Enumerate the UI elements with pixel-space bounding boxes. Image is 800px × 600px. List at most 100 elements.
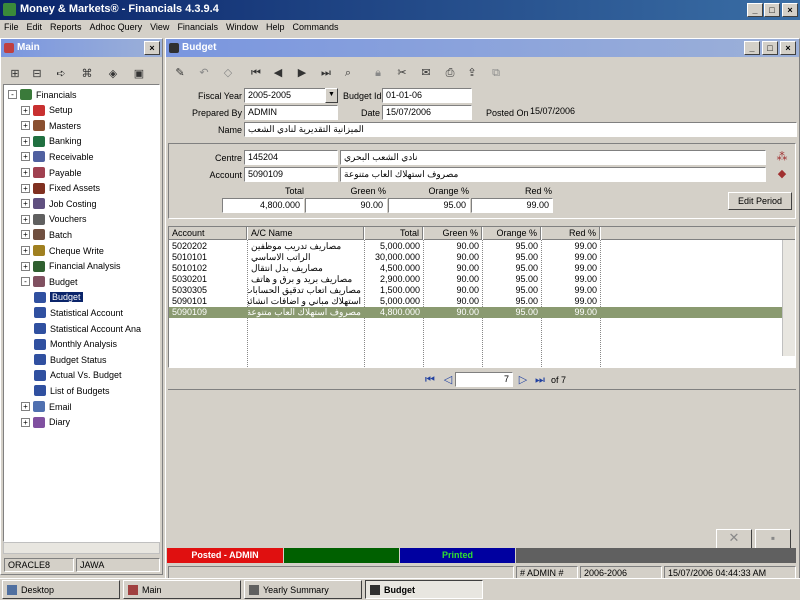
total-field[interactable]: 4,800.000	[222, 198, 304, 213]
menu-item-help[interactable]: Help	[262, 20, 289, 32]
tree-item-fixed-assets[interactable]: + Fixed Assets	[21, 181, 100, 196]
tree-scrollbar[interactable]	[3, 542, 160, 554]
edit-period-button[interactable]: Edit Period	[728, 192, 792, 210]
tree-item-monthly-analysis[interactable]: Monthly Analysis	[34, 337, 117, 352]
pager-last-icon[interactable]: ⏭	[532, 373, 548, 387]
tree-item-receivable[interactable]: + Receivable	[21, 149, 94, 164]
tree-item-diary[interactable]: + Diary	[21, 415, 70, 430]
menu-item-financials[interactable]: Financials	[173, 20, 222, 32]
tree-item-financial-analysis[interactable]: + Financial Analysis	[21, 259, 121, 274]
centre-lookup-icon[interactable]: ⁂	[774, 150, 790, 164]
next-record-icon[interactable]: ▶	[294, 66, 310, 80]
menu-item-adhoc-query[interactable]: Adhoc Query	[86, 20, 147, 32]
grid-header-0[interactable]: Account	[169, 227, 247, 240]
date-field[interactable]: 15/07/2006	[382, 105, 472, 120]
tree-item-financials[interactable]: - Financials	[8, 87, 77, 102]
expander-icon[interactable]: +	[21, 152, 30, 162]
cancel-button[interactable]: ✕	[716, 529, 752, 549]
tree-item-vouchers[interactable]: + Vouchers	[21, 212, 87, 227]
pager-prev-icon[interactable]: ◁	[440, 373, 456, 387]
menu-item-edit[interactable]: Edit	[23, 20, 47, 32]
maximize-button[interactable]: □	[764, 3, 780, 17]
expander-icon[interactable]: +	[21, 214, 30, 224]
menu-item-file[interactable]: File	[0, 20, 23, 32]
budget-maximize-button[interactable]: □	[762, 41, 778, 55]
account-lookup-icon[interactable]: ◆	[774, 167, 790, 181]
tree-item-masters[interactable]: + Masters	[21, 118, 81, 133]
print-icon[interactable]: ⎙	[442, 66, 458, 80]
fiscal-year-select[interactable]: 2005-2005	[244, 88, 326, 103]
grid-header-2[interactable]: Total	[365, 227, 423, 240]
tree-item-email[interactable]: + Email	[21, 399, 72, 414]
green-field[interactable]: 90.00	[305, 198, 387, 213]
export-icon[interactable]: ⇪	[464, 66, 480, 80]
grid-vertical-scrollbar[interactable]	[782, 240, 795, 356]
prev-record-icon[interactable]: ◀	[270, 66, 286, 80]
pager-next-icon[interactable]: ▷	[515, 373, 531, 387]
grid-header-4[interactable]: Orange %	[483, 227, 541, 240]
expander-icon[interactable]: +	[21, 402, 30, 411]
new-icon[interactable]: ✎	[172, 66, 188, 80]
expander-icon[interactable]: +	[21, 168, 30, 177]
expander-icon[interactable]: -	[21, 277, 30, 287]
taskbar-yearly-summary[interactable]: Yearly Summary	[244, 580, 362, 599]
expander-icon[interactable]: +	[21, 121, 30, 131]
tree-item-statistical-account-ana[interactable]: Statistical Account Ana	[34, 321, 141, 336]
tree-item-budget[interactable]: Budget	[34, 290, 83, 305]
expander-icon[interactable]: +	[21, 417, 30, 427]
expander-icon[interactable]: +	[21, 105, 30, 115]
undo-icon[interactable]: ↶	[196, 66, 212, 80]
table-row[interactable]: 5030201 مصاريف بريد و برق و هاتف 2,900.000…	[169, 274, 795, 285]
tree-item-list-of-budgets[interactable]: List of Budgets	[34, 383, 110, 398]
expander-icon[interactable]: +	[21, 199, 30, 209]
name-field[interactable]: الميزانية التقديرية لنادي الشعب	[244, 122, 797, 137]
tree-item-banking[interactable]: + Banking	[21, 134, 82, 149]
centre-code-field[interactable]: 145204	[244, 150, 338, 165]
tools-icon[interactable]: ✂	[394, 66, 410, 80]
prepared-by-field[interactable]: ADMIN	[244, 105, 338, 120]
expander-icon[interactable]: +	[21, 183, 30, 193]
budget-close-button[interactable]: ×	[780, 41, 796, 55]
tree-item-budget-status[interactable]: Budget Status	[34, 352, 107, 367]
red-field[interactable]: 99.00	[471, 198, 553, 213]
arrow-icon[interactable]: ➪	[53, 67, 69, 81]
close-button[interactable]: ×	[782, 3, 798, 17]
attach-icon[interactable]: ⧉	[488, 66, 504, 80]
tree-item-payable[interactable]: + Payable	[21, 165, 82, 180]
lock-icon[interactable]: 🔒︎	[370, 66, 386, 80]
window-icon[interactable]: ▣	[131, 67, 147, 81]
table-row[interactable]: 5030305 مصاريف اتعاب تدقيق الحسابات 1,500.…	[169, 285, 795, 296]
main-panel-close-button[interactable]: ×	[144, 41, 160, 55]
pager-first-icon[interactable]: ⏮	[422, 373, 438, 387]
expander-icon[interactable]: +	[21, 261, 30, 271]
tag-icon[interactable]: ◈	[105, 67, 121, 81]
menu-item-commands[interactable]: Commands	[289, 20, 343, 32]
link-icon[interactable]: ⌘	[79, 67, 95, 81]
last-record-icon[interactable]: ⏭	[318, 66, 334, 80]
collapse-icon[interactable]: ⊟	[29, 67, 45, 81]
grid-header-1[interactable]: A/C Name	[248, 227, 364, 240]
table-row[interactable]: 5010101 الراتب الاساسي 30,000.000 90.00 95.0…	[169, 252, 795, 263]
tree-item-batch[interactable]: + Batch	[21, 227, 72, 242]
tree-item-budget[interactable]: - Budget	[21, 274, 78, 289]
expander-icon[interactable]: +	[21, 136, 30, 146]
orange-field[interactable]: 95.00	[388, 198, 470, 213]
tree-item-job-costing[interactable]: + Job Costing	[21, 196, 97, 211]
minimize-button[interactable]: _	[747, 3, 763, 17]
grid-header-5[interactable]: Red %	[542, 227, 600, 240]
budget-minimize-button[interactable]: _	[744, 41, 760, 55]
first-record-icon[interactable]: ⏮	[248, 66, 264, 80]
expand-icon[interactable]: ⊞	[7, 67, 23, 81]
table-row[interactable]: 5090101 استهلاك مباني و اضافات انشائية 5,0…	[169, 296, 795, 307]
budget-id-field[interactable]: 01-01-06	[382, 88, 472, 103]
expander-icon[interactable]: -	[8, 90, 17, 99]
fiscal-year-dropdown-icon[interactable]: ▼	[325, 88, 338, 103]
menu-item-window[interactable]: Window	[222, 20, 262, 32]
clear-icon[interactable]: ◇	[220, 66, 236, 80]
table-row[interactable]: 5090109 مصروف استهلاك العاب متنوعة 4,800.0…	[169, 307, 795, 318]
tree-item-actual-vs-budget[interactable]: Actual Vs. Budget	[34, 368, 122, 383]
save-button[interactable]: ▪	[755, 529, 791, 549]
expander-icon[interactable]: +	[21, 246, 30, 255]
menu-item-view[interactable]: View	[146, 20, 173, 32]
account-code-field[interactable]: 5090109	[244, 167, 338, 182]
